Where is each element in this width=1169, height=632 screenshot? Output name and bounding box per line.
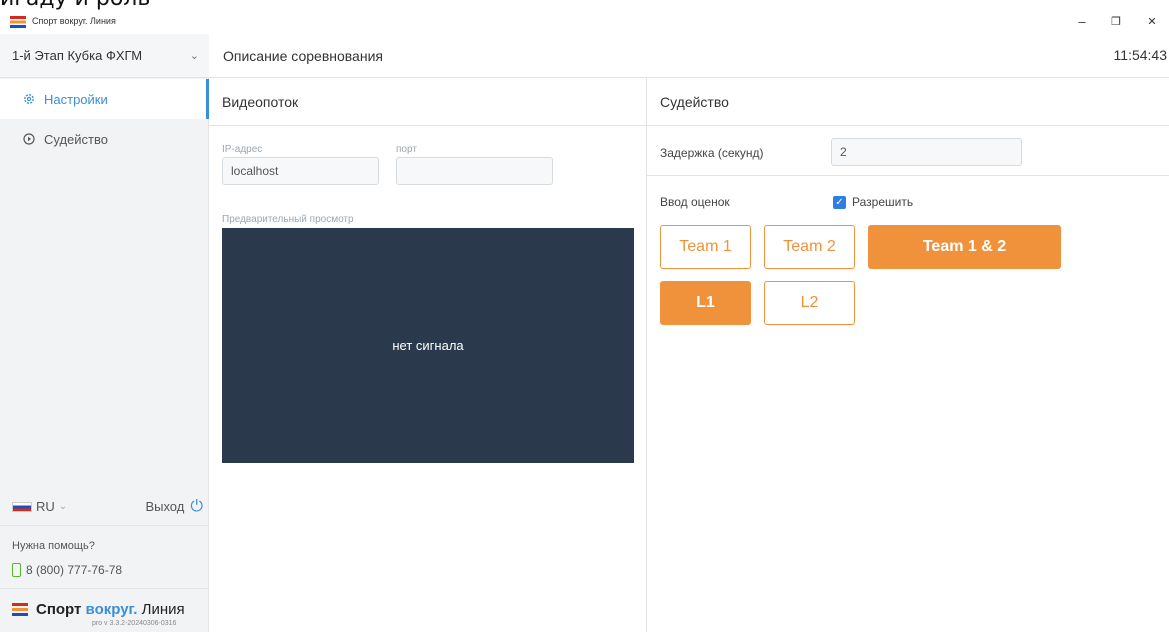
sidebar-item-judging[interactable]: Судейство (0, 119, 209, 159)
video-stream-panel: Видеопоток IP-адрес порт Предварительный… (209, 78, 647, 632)
phone-number: 8 (800) 777-76-78 (26, 563, 123, 577)
version-label: pro v 3.3.2-20240306-0316 (92, 620, 177, 627)
play-circle-icon (22, 132, 36, 146)
page-title: Описание соревнования (223, 48, 383, 64)
port-input[interactable] (396, 157, 553, 185)
app-title: Спорт вокруг. Линия (32, 16, 116, 26)
window-titlebar: Спорт вокруг. Линия – ❐ ✕ (0, 12, 1169, 32)
section-title: Видеопоток (222, 94, 299, 110)
ip-address-input[interactable] (222, 157, 379, 185)
allow-ratings-checkbox[interactable]: ✓ Разрешить (833, 195, 913, 209)
no-signal-text: нет сигнала (392, 338, 464, 353)
sidebar-item-label: Настройки (44, 91, 108, 107)
chevron-down-icon: ⌄ (58, 501, 68, 512)
ip-label: IP-адрес (222, 144, 263, 155)
help-label: Нужна помощь? (12, 540, 95, 552)
power-icon: ⏻ (190, 497, 203, 515)
sidebar-item-label: Судейство (44, 131, 108, 147)
level-l1-button[interactable]: L1 (660, 281, 751, 325)
close-button[interactable]: ✕ (1142, 14, 1162, 30)
delay-input[interactable] (831, 138, 1022, 166)
restore-button[interactable]: ❐ (1106, 14, 1126, 30)
sidebar: 1-й Этап Кубка ФХГМ ⌄ Настройки Судейств… (0, 34, 209, 632)
team-1-button[interactable]: Team 1 (660, 225, 751, 269)
russia-flag-icon (12, 501, 32, 512)
footer-controls: RU ⌄ Выход ⏻ (0, 488, 209, 526)
phone-icon (12, 563, 21, 577)
allow-label: Разрешить (852, 195, 914, 209)
minimize-button[interactable]: – (1072, 14, 1092, 30)
team-2-button[interactable]: Team 2 (764, 225, 855, 269)
brand-name: Спорт вокруг. Линия (36, 601, 185, 618)
port-label: порт (396, 144, 417, 155)
clock: 11:54:43 (1113, 47, 1167, 63)
judging-panel: Судейство Задержка (секунд) Ввод оценок … (647, 78, 1169, 632)
event-select-label: 1-й Этап Кубка ФХГМ (12, 48, 143, 63)
app-logo-icon (10, 16, 26, 28)
team-1-and-2-button[interactable]: Team 1 & 2 (868, 225, 1061, 269)
language-label: RU (36, 499, 55, 514)
page-header: Описание соревнования 11:54:43 (209, 34, 1169, 78)
gear-icon (22, 92, 36, 106)
support-phone[interactable]: 8 (800) 777-76-78 (12, 563, 122, 577)
check-icon: ✓ (833, 195, 846, 209)
section-title: Судейство (660, 94, 729, 110)
language-select[interactable]: RU ⌄ (12, 499, 67, 514)
preview-label: Предварительный просмотр (222, 214, 354, 225)
chevron-down-icon: ⌄ (189, 50, 199, 62)
cropped-heading-text: игаду и роль (0, 0, 150, 10)
brand-logo-icon (12, 603, 28, 616)
delay-label: Задержка (секунд) (660, 146, 764, 160)
exit-label: Выход (145, 499, 185, 514)
ratings-label: Ввод оценок (660, 195, 730, 209)
video-preview: нет сигнала (222, 228, 634, 463)
event-select[interactable]: 1-й Этап Кубка ФХГМ ⌄ (0, 34, 209, 78)
brand-logo: Спорт вокруг. Линия pro v 3.3.2-20240306… (0, 588, 209, 632)
delay-row: Задержка (секунд) (647, 126, 1169, 176)
level-l2-button[interactable]: L2 (764, 281, 855, 325)
sidebar-item-settings[interactable]: Настройки (0, 79, 209, 119)
exit-button[interactable]: Выход ⏻ (145, 498, 203, 516)
section-header: Судейство (647, 78, 1169, 126)
section-header: Видеопоток (209, 78, 646, 126)
